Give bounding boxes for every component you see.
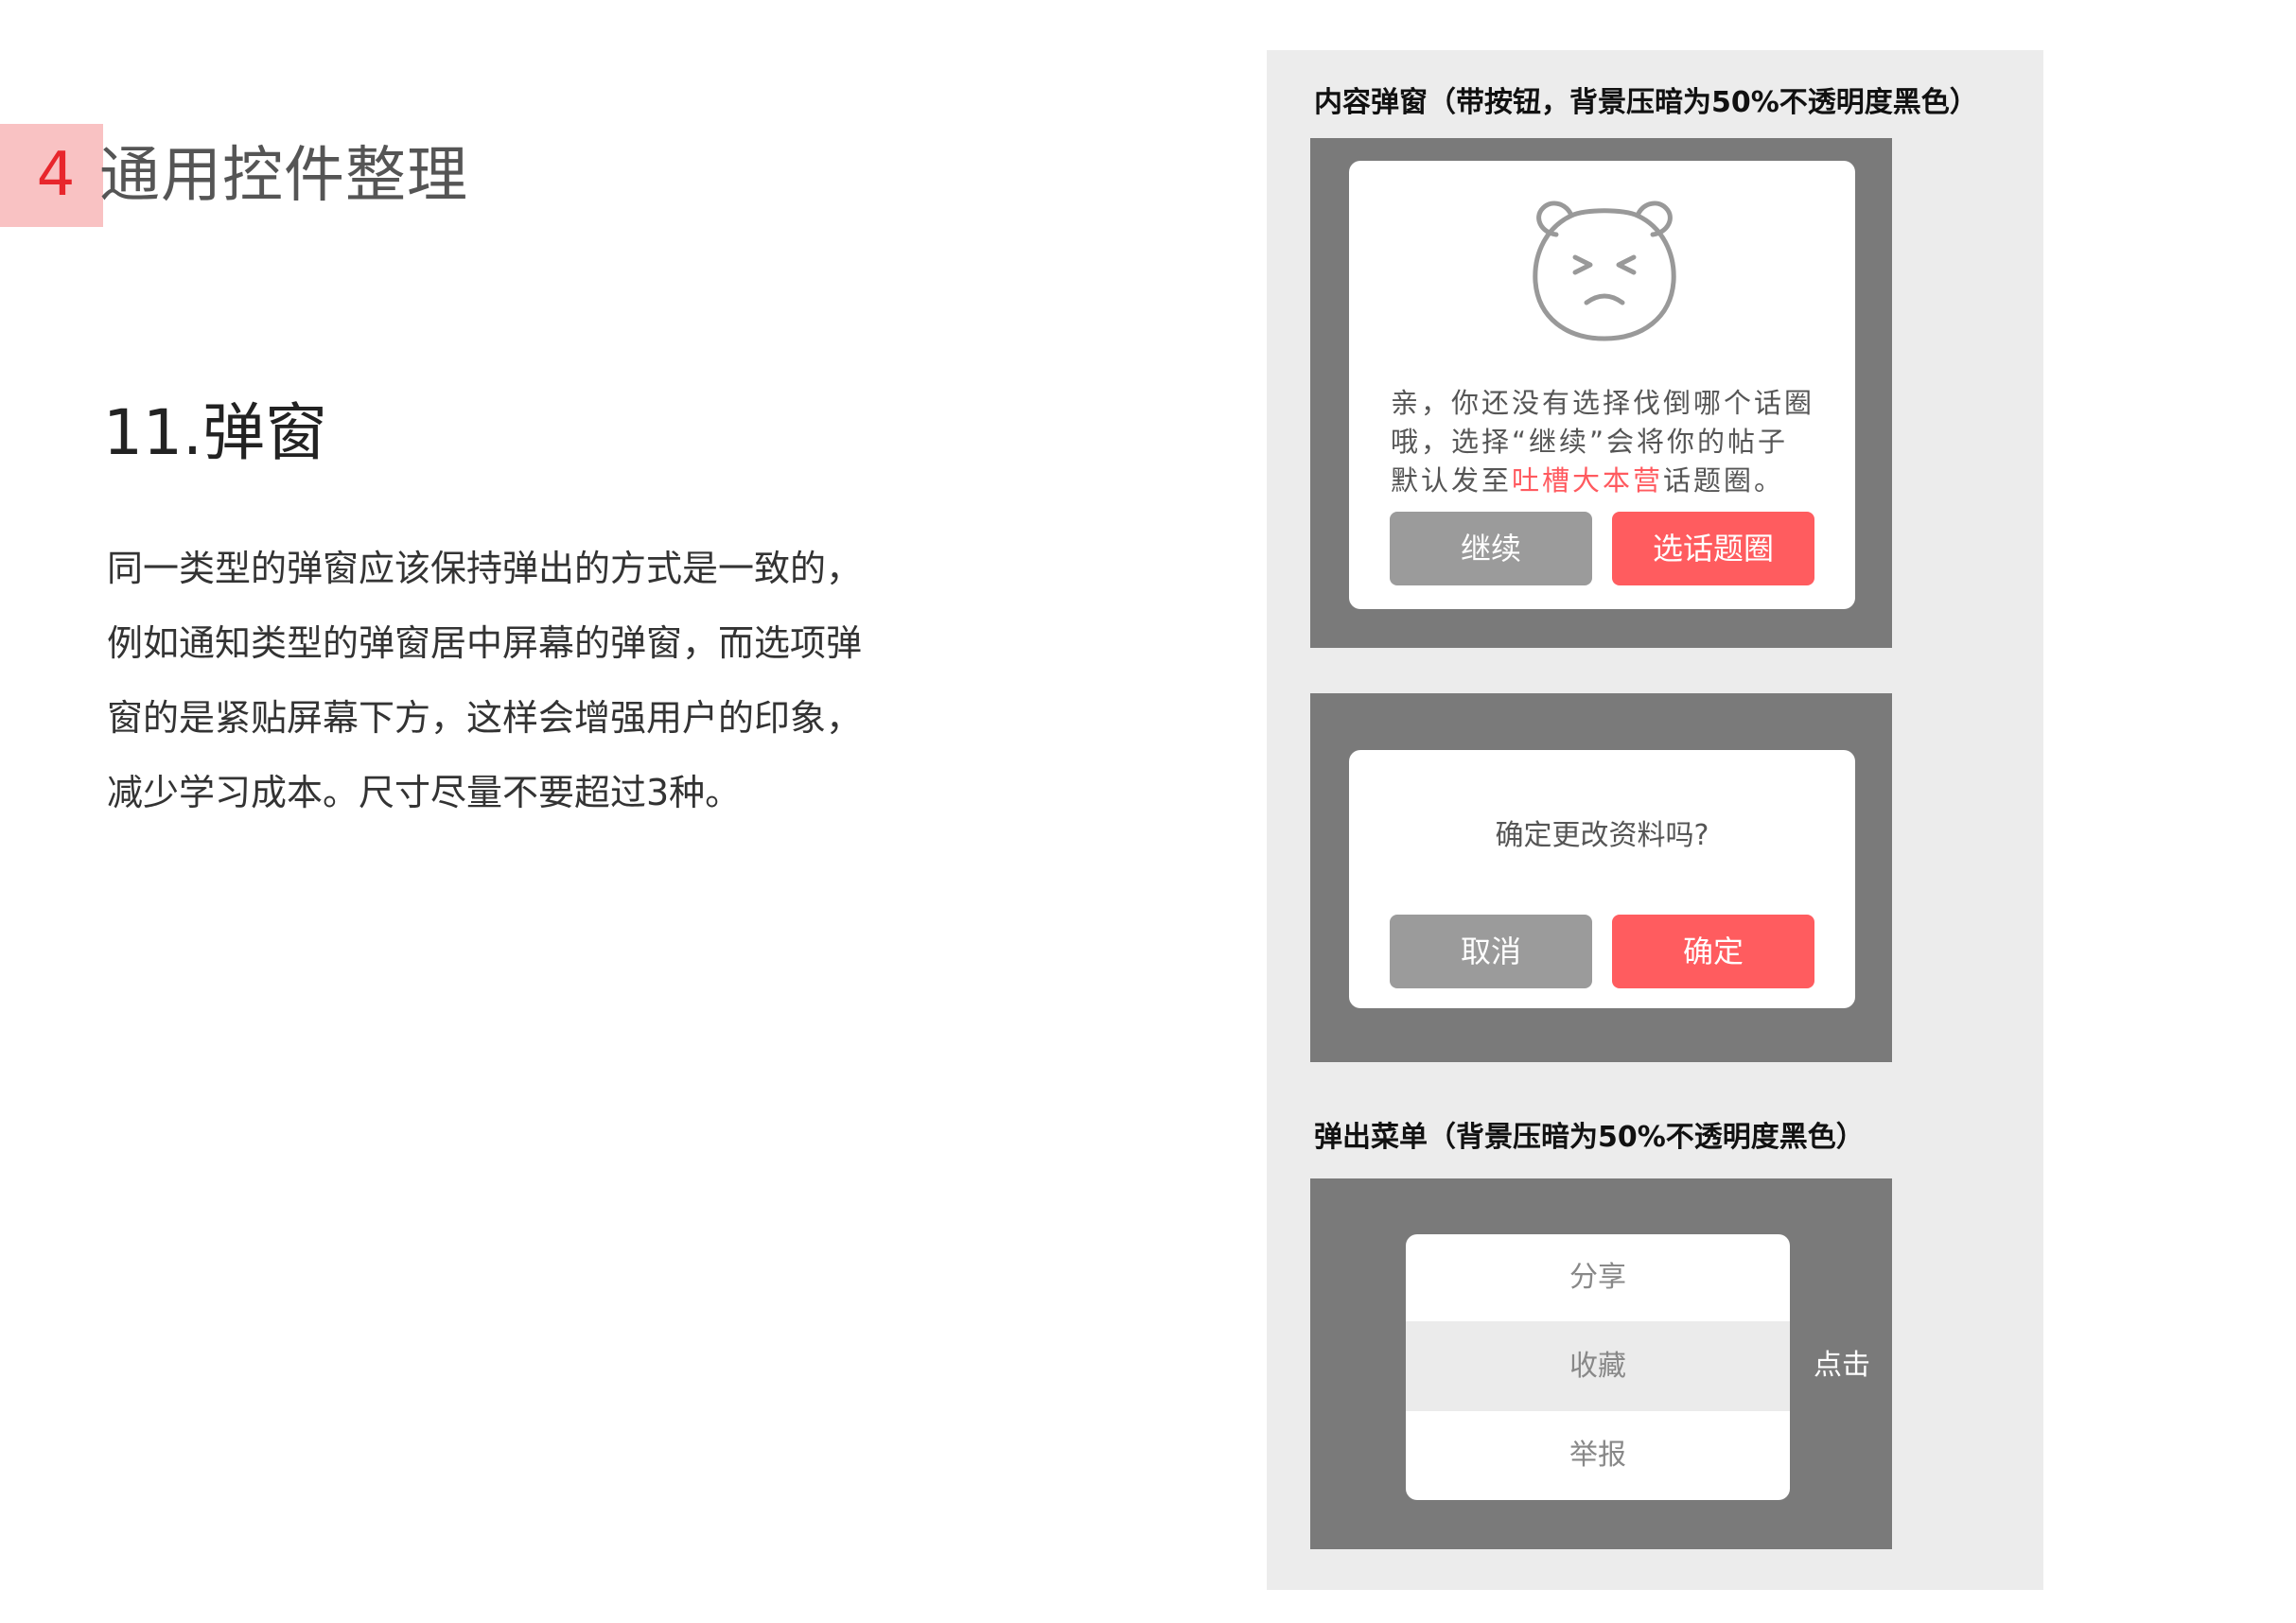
- section-title: 通用控件整理: [99, 141, 468, 211]
- menu-item-report[interactable]: 举报: [1406, 1411, 1790, 1500]
- choose-topic-button[interactable]: 选话题圈: [1612, 512, 1814, 585]
- menu-item-share[interactable]: 分享: [1406, 1234, 1790, 1321]
- continue-button[interactable]: 继续: [1390, 512, 1592, 585]
- topic-title: 11.弹窗: [103, 396, 327, 469]
- confirm-question: 确定更改资料吗?: [1495, 819, 1709, 852]
- cancel-button[interactable]: 取消: [1390, 915, 1592, 988]
- description: 同一类型的弹窗应该保持弹出的方式是一致的， 例如通知类型的弹窗居中屏幕的弹窗，而…: [107, 532, 939, 830]
- section-number: 4: [36, 140, 76, 210]
- dimmed-background: 亲，你还没有选择伐倒哪个话圈 哦，选择“继续”会将你的帖子 默认发至吐槽大本营话…: [1310, 138, 1892, 648]
- description-line: 例如通知类型的弹窗居中屏幕的弹窗，而选项弹: [107, 622, 863, 664]
- popup-menu: 分享 收藏 举报: [1406, 1234, 1790, 1500]
- menu-item-favorite[interactable]: 收藏: [1406, 1321, 1790, 1411]
- content-dialog: 亲，你还没有选择伐倒哪个话圈 哦，选择“继续”会将你的帖子 默认发至吐槽大本营话…: [1349, 161, 1855, 609]
- content-dialog-caption: 内容弹窗（带按钮，背景压暗为50%不透明度黑色）: [1314, 86, 1978, 119]
- confirm-dialog: 确定更改资料吗? 取消 确定: [1349, 750, 1855, 1008]
- examples-panel: 内容弹窗（带按钮，背景压暗为50%不透明度黑色） 亲，你还没有选择伐倒哪个话圈 …: [1267, 50, 2043, 1590]
- confirm-button[interactable]: 确定: [1612, 915, 1814, 988]
- highlighted-topic: 吐槽大本营: [1512, 464, 1664, 497]
- dialog-message: 亲，你还没有选择伐倒哪个话圈 哦，选择“继续”会将你的帖子 默认发至吐槽大本营话…: [1391, 387, 1815, 497]
- description-line: 窗的是紧贴屏幕下方，这样会增强用户的印象，: [107, 697, 863, 739]
- sad-bear-icon: [1533, 201, 1676, 341]
- dimmed-background: 确定更改资料吗? 取消 确定: [1310, 693, 1892, 1062]
- dimmed-background: 分享 收藏 举报 点击: [1310, 1178, 1892, 1549]
- tap-hint: 点击: [1814, 1349, 1870, 1382]
- description-line: 减少学习成本。尺寸尽量不要超过3种。: [107, 772, 742, 813]
- popup-menu-caption: 弹出菜单（背景压暗为50%不透明度黑色）: [1314, 1121, 1865, 1154]
- description-line: 同一类型的弹窗应该保持弹出的方式是一致的，: [107, 548, 863, 589]
